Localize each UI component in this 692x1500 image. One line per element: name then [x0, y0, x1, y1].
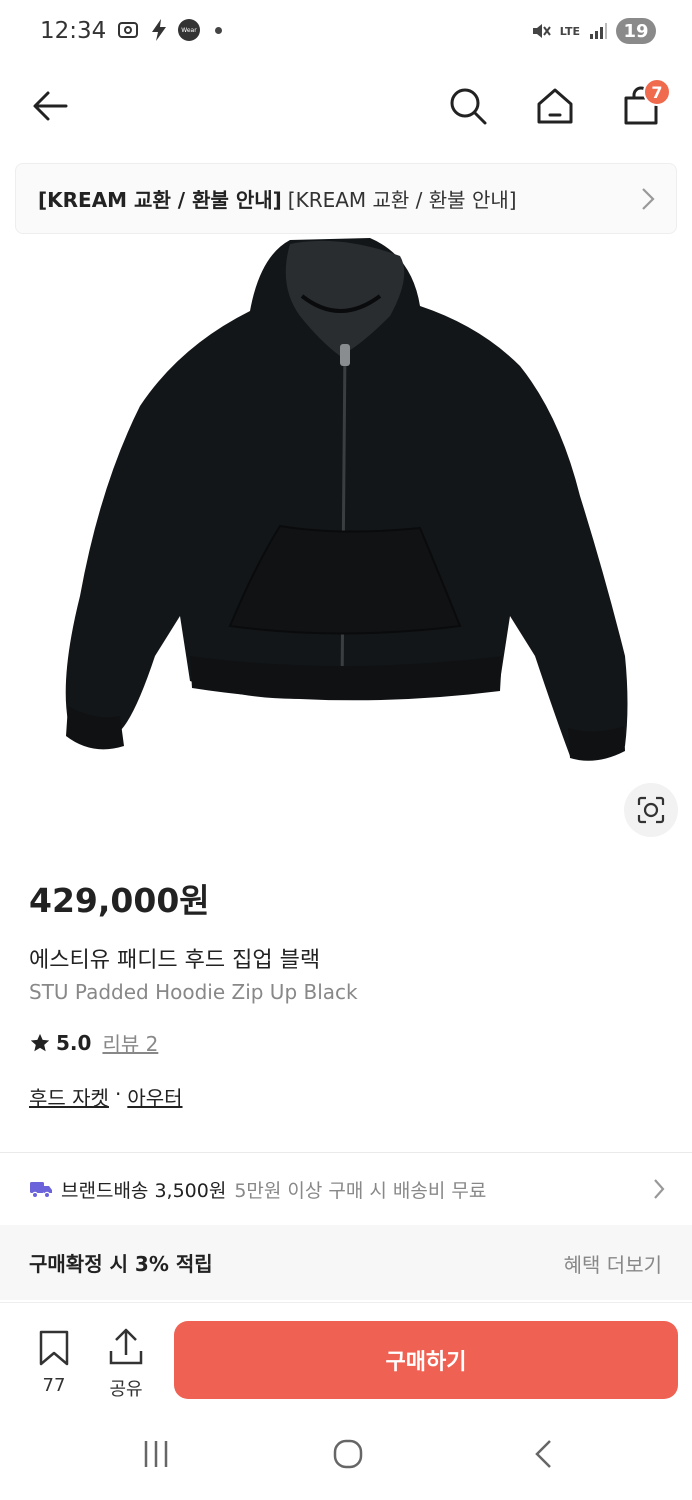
share-label: 공유	[109, 1379, 143, 1400]
bookmark-icon	[39, 1330, 69, 1366]
delivery-fee: 브랜드배송 3,500원	[61, 1179, 227, 1202]
category-link-hood-jacket[interactable]: 후드 자켓	[29, 1082, 109, 1111]
recent-apps-icon[interactable]	[140, 1438, 172, 1470]
review-link[interactable]: 리뷰 2	[102, 1028, 158, 1057]
signal-icon	[590, 23, 607, 39]
system-navigation-bar	[0, 1412, 692, 1500]
search-button[interactable]	[444, 82, 492, 130]
category-separator: ·	[114, 1082, 122, 1106]
system-back-icon[interactable]	[530, 1438, 558, 1470]
arrow-left-icon	[33, 91, 68, 121]
share-button[interactable]: 공유	[102, 1327, 150, 1401]
product-name-korean: 에스티유 패디드 후드 집업 블랙	[29, 948, 321, 973]
chevron-right-icon	[642, 188, 655, 210]
rating-row: 5.0 리뷰 2	[29, 1028, 158, 1057]
top-nav: 7	[0, 70, 692, 140]
network-label: LTE	[559, 24, 580, 38]
charging-bolt-icon	[152, 19, 166, 41]
exchange-refund-notice[interactable]: [KREAM 교환 / 환불 안내] [KREAM 교환 / 환불 안내]	[15, 163, 677, 234]
buy-button[interactable]: 구매하기	[174, 1321, 678, 1399]
notice-title: [KREAM 교환 / 환불 안내]	[38, 188, 282, 212]
notice-text: [KREAM 교환 / 환불 안내]	[287, 188, 517, 212]
status-bar: 12:34 Wear LTE 19	[0, 0, 692, 66]
battery-indicator: 19	[616, 18, 656, 44]
reward-points-label: 구매확정 시 3% 적립	[29, 1252, 213, 1276]
status-time: 12:34	[40, 18, 107, 44]
wear-icon: Wear	[178, 19, 200, 41]
chevron-right-icon	[654, 1179, 665, 1199]
home-button[interactable]	[531, 82, 579, 130]
category-breadcrumb: 후드 자켓 · 아우터	[29, 1082, 183, 1111]
back-button[interactable]	[26, 82, 74, 130]
lens-icon	[637, 796, 665, 824]
star-icon	[30, 1033, 50, 1051]
free-shipping-condition: 5만원 이상 구매 시 배송비 무료	[234, 1179, 487, 1202]
cart-button[interactable]: 7	[617, 78, 671, 130]
mute-icon	[532, 24, 551, 38]
product-image[interactable]	[40, 236, 652, 776]
category-link-outer[interactable]: 아우터	[127, 1082, 182, 1111]
bookmark-button[interactable]: 77	[30, 1329, 78, 1396]
screenshot-icon	[118, 22, 138, 38]
bottom-action-bar: 77 공유 구매하기	[0, 1302, 692, 1412]
product-price: 429,000원	[29, 881, 210, 920]
benefit-row: 구매확정 시 3% 적립 혜택 더보기	[0, 1225, 692, 1300]
search-icon	[450, 88, 487, 125]
notification-dot	[215, 26, 222, 34]
more-benefits-link[interactable]: 혜택 더보기	[564, 1249, 662, 1278]
share-icon	[109, 1328, 143, 1365]
product-photo	[65, 238, 628, 761]
home-circle-icon[interactable]	[332, 1438, 364, 1470]
bookmark-count: 77	[42, 1375, 66, 1396]
home-icon	[537, 88, 573, 124]
delivery-info-row[interactable]: 브랜드배송 3,500원 5만원 이상 구매 시 배송비 무료	[0, 1153, 692, 1225]
cart-count-badge: 7	[643, 78, 671, 106]
truck-icon	[30, 1182, 52, 1199]
image-search-button[interactable]	[624, 783, 678, 837]
rating-value: 5.0	[56, 1030, 92, 1055]
product-name-english: STU Padded Hoodie Zip Up Black	[29, 980, 358, 1004]
